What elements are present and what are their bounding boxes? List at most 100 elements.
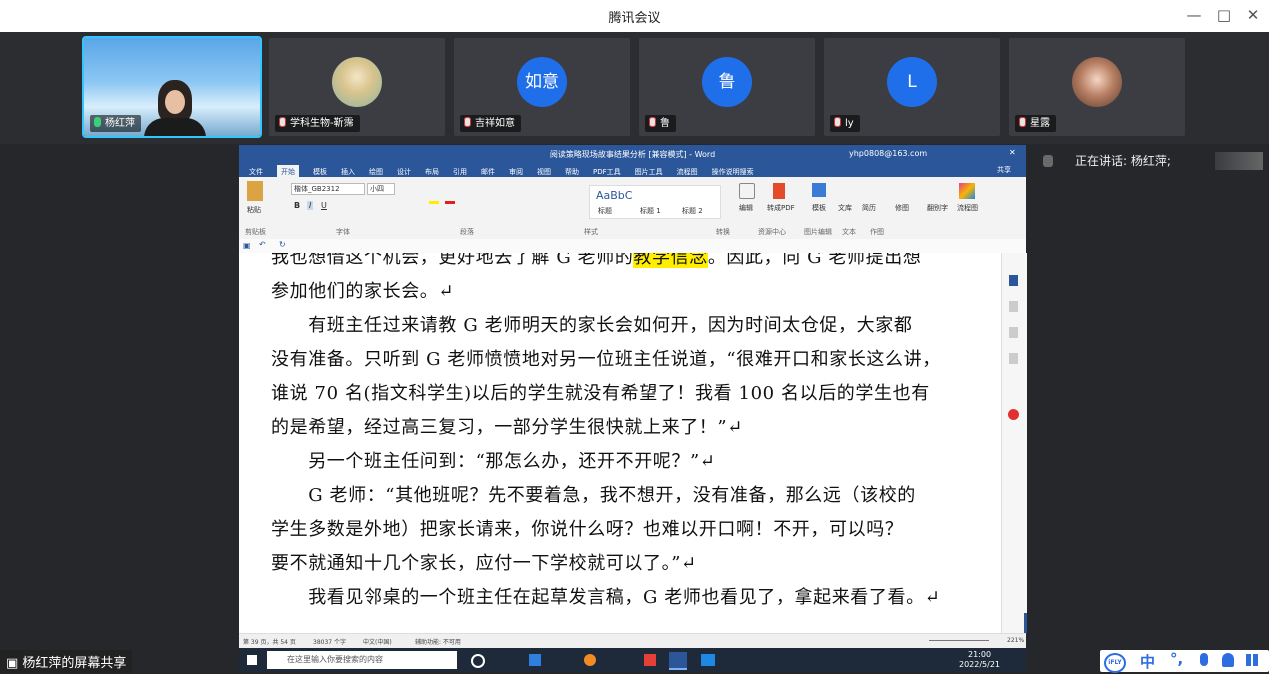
font-color-icon[interactable] bbox=[445, 201, 455, 204]
resume-button[interactable]: 简历 bbox=[862, 203, 876, 213]
tab-file[interactable]: 文件 bbox=[249, 167, 263, 177]
doc-tool-icon[interactable] bbox=[1009, 275, 1018, 286]
participant-tile[interactable]: 如意 吉祥如意 bbox=[454, 38, 630, 136]
tab-review[interactable]: 审阅 bbox=[509, 167, 523, 177]
participant-tile-video[interactable]: 杨红萍 bbox=[82, 36, 262, 138]
grid-icon[interactable] bbox=[1246, 654, 1258, 666]
word-title-bar: 阅读策略现场故事结果分析 [兼容模式] - Word yhp0808@163.c… bbox=[239, 145, 1026, 162]
zoom-level[interactable]: 221% bbox=[1007, 637, 1024, 644]
to-pdf-button[interactable]: 转成PDF bbox=[767, 203, 795, 213]
typo-check-button[interactable]: 翻别字 bbox=[927, 203, 948, 213]
assistant-icon[interactable] bbox=[1008, 409, 1019, 420]
template-button[interactable]: 模板 bbox=[812, 203, 826, 213]
doc-line-text: 我也想借这个机会，更好地去了解 G 老师的 bbox=[271, 253, 634, 268]
doc-line: 没有准备。只听到 G 老师愤愤地对另一位班主任说道，“很难开口和家长这么讲， bbox=[271, 349, 941, 370]
tool-icon[interactable] bbox=[1009, 327, 1018, 338]
share-button[interactable]: 共享 bbox=[997, 165, 1011, 175]
styles-gallery[interactable]: AaBbC 标题 标题 1 标题 2 bbox=[589, 185, 721, 219]
participant-name-text: 杨红萍 bbox=[105, 118, 135, 129]
style-heading-2[interactable]: 标题 2 bbox=[682, 206, 703, 216]
app-title: 腾讯会议 bbox=[608, 11, 661, 26]
scrollbar-thumb[interactable] bbox=[1024, 613, 1027, 633]
template-icon[interactable] bbox=[812, 183, 826, 197]
italic-button[interactable]: I bbox=[307, 201, 314, 210]
style-heading-1[interactable]: 标题 1 bbox=[640, 206, 661, 216]
taskbar-search[interactable]: 在这里输入你要搜索的内容 bbox=[267, 651, 457, 669]
library-button[interactable]: 文库 bbox=[838, 203, 852, 213]
language[interactable]: 中文(中国) bbox=[363, 637, 392, 646]
participant-tile[interactable]: 星露 bbox=[1009, 38, 1185, 136]
collapse-icon[interactable] bbox=[1215, 152, 1263, 170]
cortana-icon[interactable] bbox=[471, 654, 485, 668]
participant-tile[interactable]: L ly bbox=[824, 38, 1000, 136]
participant-name: 学科生物-靳霈 bbox=[275, 115, 360, 132]
flowchart-button[interactable]: 流程图 bbox=[957, 203, 978, 213]
tab-layout[interactable]: 布局 bbox=[425, 167, 439, 177]
clock[interactable]: 21:00 2022/5/21 bbox=[959, 650, 1000, 670]
participant-name-text: 学科生物-靳霈 bbox=[290, 118, 354, 129]
group-clipboard: 剪贴板 bbox=[245, 228, 266, 236]
zoom-slider[interactable] bbox=[929, 640, 989, 641]
tab-insert[interactable]: 插入 bbox=[341, 167, 355, 177]
tool-icon[interactable] bbox=[1009, 301, 1018, 312]
tab-view[interactable]: 视图 bbox=[537, 167, 551, 177]
tab-help[interactable]: 帮助 bbox=[565, 167, 579, 177]
restore-button[interactable]: □ bbox=[1213, 6, 1235, 24]
undo-icon[interactable]: ↶ bbox=[259, 240, 266, 249]
font-name-field[interactable]: 楷体_GB2312 bbox=[291, 183, 365, 195]
accessibility[interactable]: 辅助功能: 不可用 bbox=[415, 637, 461, 646]
ime-toolbar[interactable]: iFLY 中 °, bbox=[1100, 650, 1269, 673]
tab-references[interactable]: 引用 bbox=[453, 167, 467, 177]
ime-mode[interactable]: 中 bbox=[1140, 651, 1155, 672]
browser-icon[interactable] bbox=[584, 654, 596, 666]
find-icon[interactable] bbox=[739, 183, 755, 199]
mic-muted-icon bbox=[834, 117, 841, 127]
app-icon[interactable] bbox=[529, 654, 541, 666]
tab-picture[interactable]: 图片工具 bbox=[635, 167, 663, 177]
font-size-field[interactable]: 小四 bbox=[367, 183, 395, 195]
title-bar: 腾讯会议 — □ ✕ bbox=[0, 0, 1269, 32]
word-count[interactable]: 38037 个字 bbox=[313, 637, 346, 646]
tab-search[interactable]: 操作说明搜索 bbox=[712, 167, 754, 177]
status-bar: 第 39 页，共 54 页 38037 个字 中文(中国) 辅助功能: 不可用 … bbox=[239, 633, 1026, 649]
close-icon[interactable]: ✕ bbox=[1009, 148, 1016, 157]
side-tool-pane bbox=[1001, 253, 1027, 633]
word-taskbar-icon[interactable] bbox=[669, 652, 687, 670]
underline-button[interactable]: U bbox=[321, 201, 327, 210]
meeting-taskbar-icon[interactable] bbox=[701, 654, 715, 666]
mic-on-icon bbox=[94, 117, 101, 127]
pdf-icon[interactable] bbox=[773, 183, 785, 199]
close-button[interactable]: ✕ bbox=[1242, 6, 1264, 24]
minimize-button[interactable]: — bbox=[1183, 6, 1205, 24]
app-icon[interactable] bbox=[644, 654, 656, 666]
page-count[interactable]: 第 39 页，共 54 页 bbox=[243, 637, 296, 646]
tab-pdf[interactable]: PDF工具 bbox=[593, 167, 621, 177]
avatar: L bbox=[887, 57, 937, 107]
voice-icon[interactable] bbox=[1200, 653, 1208, 666]
flowchart-icon[interactable] bbox=[959, 183, 975, 199]
bold-button[interactable]: B bbox=[294, 201, 300, 210]
participant-tile[interactable]: 学科生物-靳霈 bbox=[269, 38, 445, 136]
tool-icon[interactable] bbox=[1009, 353, 1018, 364]
save-icon[interactable]: ▣ bbox=[243, 241, 251, 250]
paste-button[interactable]: 粘贴 bbox=[247, 205, 261, 215]
paste-icon[interactable] bbox=[247, 181, 263, 201]
start-icon[interactable] bbox=[247, 655, 257, 665]
account-email[interactable]: yhp0808@163.com bbox=[849, 149, 927, 158]
tab-draw[interactable]: 绘图 bbox=[369, 167, 383, 177]
redo-icon[interactable]: ↻ bbox=[279, 240, 286, 249]
user-icon[interactable] bbox=[1222, 653, 1234, 667]
person-body bbox=[144, 118, 206, 136]
style-title[interactable]: 标题 bbox=[598, 206, 612, 216]
highlight-icon[interactable] bbox=[429, 201, 439, 204]
tab-flowchart[interactable]: 流程图 bbox=[677, 167, 698, 177]
tab-design[interactable]: 设计 bbox=[397, 167, 411, 177]
clock-time: 21:00 bbox=[967, 650, 992, 659]
ime-punct[interactable]: °, bbox=[1170, 650, 1183, 668]
retouch-button[interactable]: 修图 bbox=[895, 203, 909, 213]
document-body[interactable]: 我也想借这个机会，更好地去了解 G 老师的教学信念。因此，向 G 老师提出想 参… bbox=[239, 253, 1001, 633]
edit-button[interactable]: 编辑 bbox=[739, 203, 753, 213]
tab-template[interactable]: 模板 bbox=[313, 167, 327, 177]
tab-mailings[interactable]: 邮件 bbox=[481, 167, 495, 177]
participant-tile[interactable]: 鲁 鲁 bbox=[639, 38, 815, 136]
